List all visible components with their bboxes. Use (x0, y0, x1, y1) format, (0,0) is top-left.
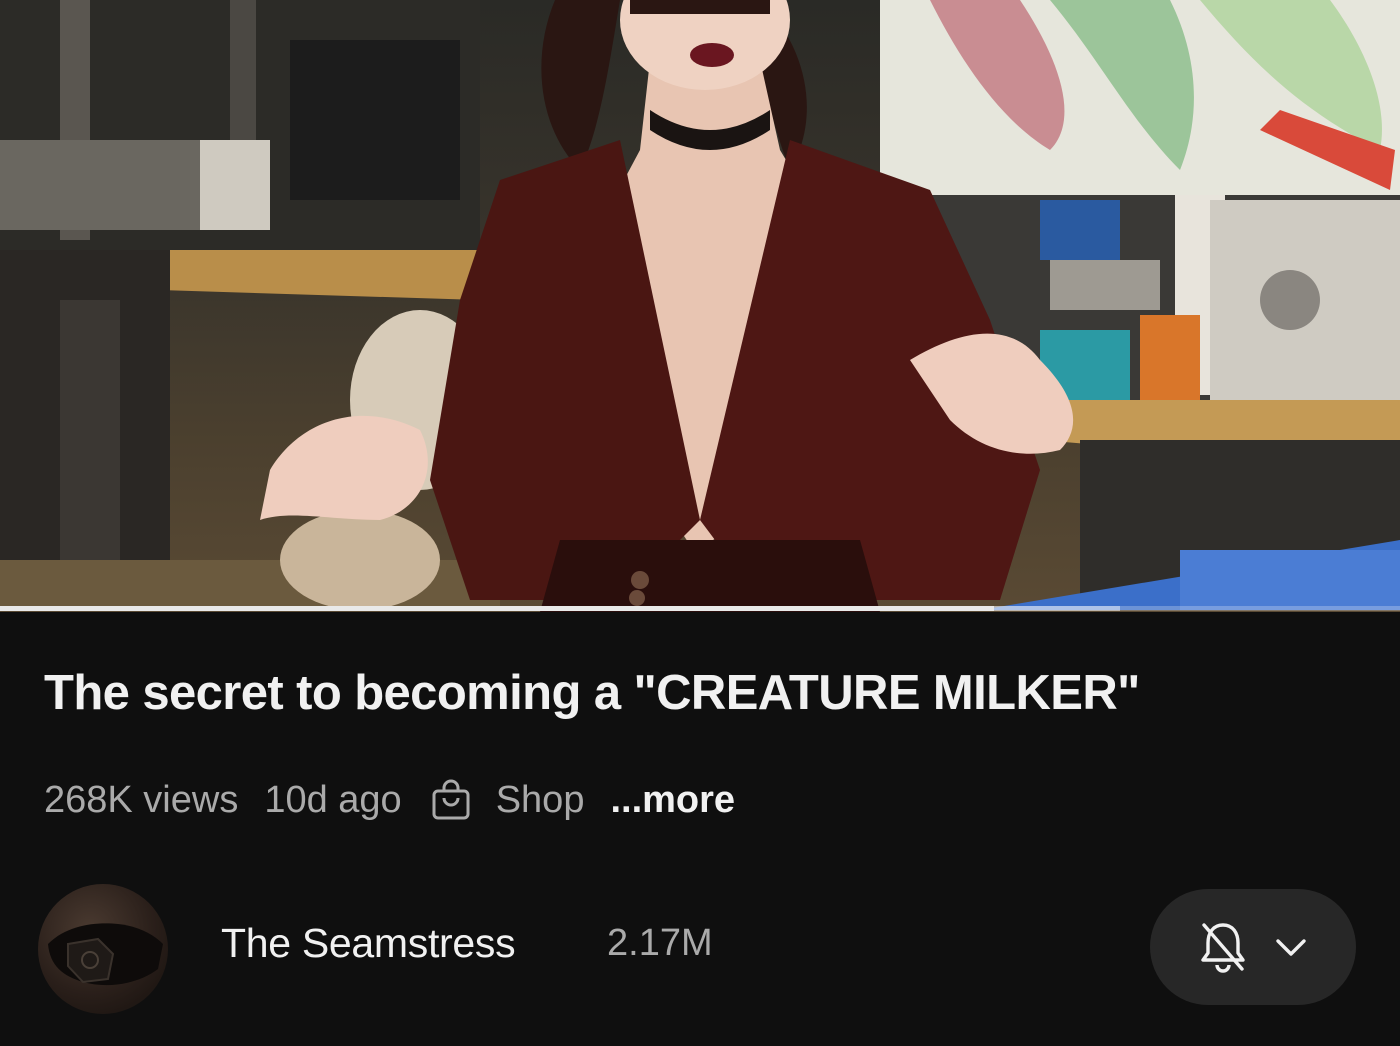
video-meta-row[interactable]: 268K views 10d ago Shop ...more (44, 774, 735, 826)
video-progress-bar[interactable] (0, 606, 1400, 611)
subscribed-notifications-button[interactable] (1150, 889, 1356, 1005)
shopping-bag-icon (432, 779, 470, 820)
video-frame (0, 0, 1400, 612)
upload-age: 10d ago (264, 778, 402, 821)
subscriber-count: 2.17M (607, 922, 713, 964)
video-title[interactable]: The secret to becoming a "CREATURE MILKE… (44, 662, 1364, 724)
channel-name[interactable]: The Seamstress (221, 920, 516, 967)
bell-off-icon (1198, 919, 1248, 975)
progress-played (0, 606, 994, 611)
channel-avatar[interactable] (38, 884, 168, 1014)
shop-label: Shop (495, 778, 585, 821)
video-watch-page: The secret to becoming a "CREATURE MILKE… (0, 0, 1400, 1046)
more-button[interactable]: ...more (610, 779, 735, 822)
shop-link[interactable]: Shop (430, 778, 585, 822)
video-player[interactable] (0, 0, 1400, 612)
mask-icon (48, 923, 163, 986)
chevron-down-icon (1274, 936, 1308, 958)
view-count: 268K views (44, 778, 239, 821)
